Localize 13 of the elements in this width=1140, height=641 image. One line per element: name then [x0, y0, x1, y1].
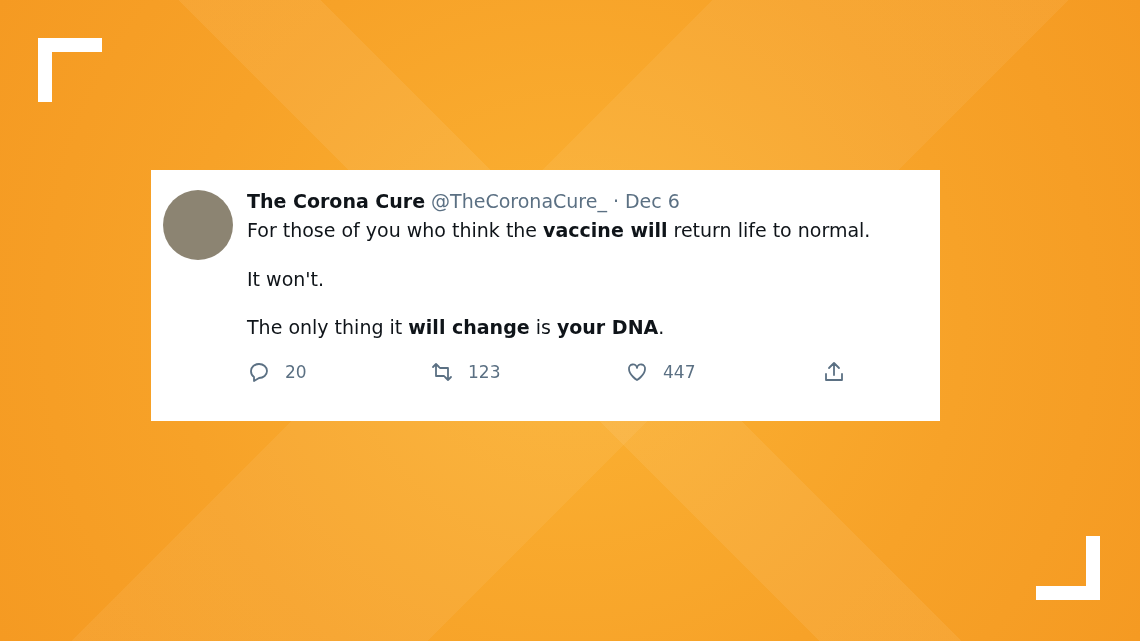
separator: ·: [612, 190, 619, 212]
retweet-button[interactable]: 123: [430, 360, 625, 385]
author-handle: @TheCoronaCure_: [431, 190, 607, 212]
tweet-text: The only thing it will change is your DNA.: [247, 315, 666, 341]
like-button[interactable]: 447: [625, 360, 822, 385]
author-name: The Corona Cure: [247, 190, 426, 212]
tweet-text: It won't.: [247, 266, 325, 292]
tweet-text: For those of you who think the vaccine will return life to normal.: [247, 218, 872, 243]
frame-corner: [38, 38, 102, 102]
frame-corner: [1036, 536, 1100, 600]
speech-bubble-icon: [247, 360, 271, 385]
tweet-date: Dec 6: [625, 190, 680, 212]
reply-button[interactable]: 20: [247, 360, 430, 385]
